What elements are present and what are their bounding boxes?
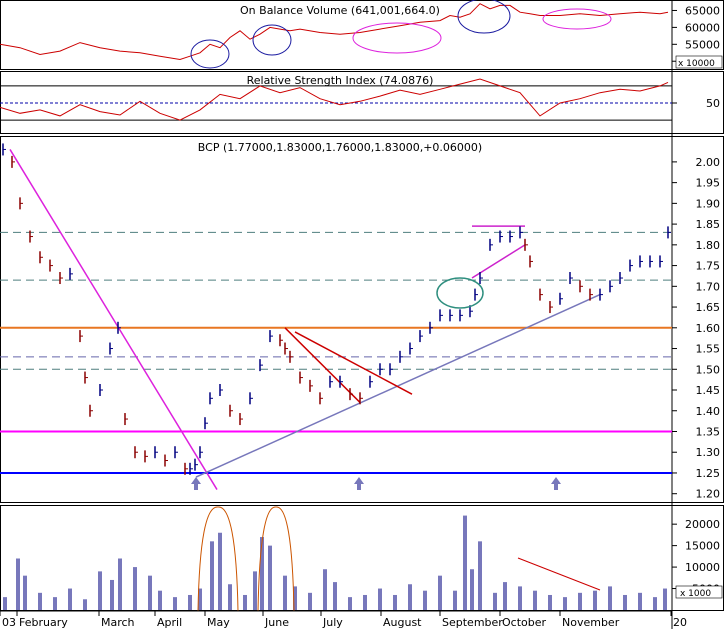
volume-multiplier-label: x 1000 — [680, 589, 711, 599]
volume-bar — [68, 588, 72, 610]
volume-bar — [478, 541, 482, 610]
volume-bar — [638, 592, 642, 610]
volume-bar — [608, 586, 612, 610]
volume-bar — [243, 594, 247, 610]
volume-bar — [23, 575, 27, 610]
volume-bar — [3, 597, 7, 610]
volume-bar — [210, 541, 214, 610]
volume-bar — [533, 590, 537, 610]
price-y-tick-label: 1.85 — [696, 218, 721, 231]
volume-bar — [333, 582, 337, 610]
price-title: BCP (1.77000,1.83000,1.76000,1.83000,+0.… — [198, 141, 482, 154]
volume-bar — [563, 597, 567, 610]
x-axis-label: August — [383, 616, 422, 629]
price-y-tick-label: 1.45 — [696, 384, 721, 397]
volume-bar — [493, 592, 497, 610]
volume-bar — [98, 571, 102, 610]
price-y-tick-label: 1.50 — [696, 363, 721, 376]
price-y-tick-label: 1.30 — [696, 446, 721, 459]
volume-bar — [548, 594, 552, 610]
volume-bar — [363, 594, 367, 610]
x-axis-label: October — [502, 616, 546, 629]
price-y-tick-label: 1.20 — [696, 488, 721, 501]
price-y-tick-label: 1.75 — [696, 260, 721, 273]
volume-bar — [663, 588, 667, 610]
price-y-tick-label: 1.70 — [696, 280, 721, 293]
obv-multiplier-label: x 10000 — [678, 59, 715, 69]
volume-y-tick-label: 10000 — [685, 561, 720, 574]
volume-bar — [118, 558, 122, 610]
volume-bar — [463, 515, 467, 610]
volume-bar — [623, 594, 627, 610]
obv-y-tick-label: 55000 — [685, 38, 720, 51]
x-axis-label: May — [207, 616, 230, 629]
x-axis-label: March — [101, 616, 135, 629]
stock-chart: On Balance Volume (641,001,664.0) 65000 6… — [0, 0, 724, 629]
volume-bar — [283, 575, 287, 610]
price-y-tick-label: 1.80 — [696, 239, 721, 252]
volume-bar — [408, 584, 412, 610]
obv-y-tick-label: 60000 — [685, 21, 720, 34]
volume-bar — [83, 599, 87, 610]
volume-bar — [133, 567, 137, 610]
volume-bar — [188, 594, 192, 610]
price-y-tick-label: 1.90 — [696, 197, 721, 210]
x-axis-label: July — [322, 616, 343, 629]
price-y-tick-label: 1.95 — [696, 177, 721, 190]
x-axis-label: September — [442, 616, 503, 629]
volume-bar — [253, 571, 257, 610]
obv-title: On Balance Volume (641,001,664.0) — [240, 4, 440, 17]
volume-bar — [53, 597, 57, 610]
volume-bar — [518, 586, 522, 610]
volume-bar — [503, 582, 507, 610]
price-y-tick-label: 1.55 — [696, 343, 721, 356]
volume-bar — [653, 597, 657, 610]
volume-y-tick-label: 15000 — [685, 540, 720, 553]
volume-bar — [228, 584, 232, 610]
volume-bar — [323, 569, 327, 610]
x-axis-label: 03 — [2, 616, 16, 629]
price-y-tick-label: 1.25 — [696, 467, 721, 480]
volume-bar — [593, 590, 597, 610]
price-y-tick-label: 1.60 — [696, 322, 721, 335]
volume-bar — [470, 569, 474, 610]
volume-bar — [308, 592, 312, 610]
volume-bar — [16, 558, 20, 610]
rsi-title: Relative Strength Index (74.0876) — [247, 74, 434, 87]
price-y-tick-label: 2.00 — [696, 156, 721, 169]
volume-bar — [348, 597, 352, 610]
price-y-tick-label: 1.35 — [696, 425, 721, 438]
volume-bar — [393, 594, 397, 610]
obv-y-tick-label: 65000 — [685, 4, 720, 17]
volume-bar — [173, 597, 177, 610]
volume-bar — [218, 532, 222, 610]
x-axis-label: 20 — [673, 616, 687, 629]
price-y-tick-label: 1.40 — [696, 405, 721, 418]
volume-bar — [148, 575, 152, 610]
volume-bar — [158, 590, 162, 610]
x-axis-label: April — [157, 616, 182, 629]
price-y-tick-label: 1.65 — [696, 301, 721, 314]
volume-bar — [268, 545, 272, 610]
volume-bar — [110, 579, 114, 610]
volume-y-tick-label: 20000 — [685, 518, 720, 531]
volume-bar — [378, 588, 382, 610]
x-axis-label: June — [264, 616, 289, 629]
volume-bar — [578, 592, 582, 610]
volume-bar — [438, 575, 442, 610]
x-axis-label: November — [562, 616, 620, 629]
rsi-y-tick-label: 50 — [706, 97, 720, 110]
volume-bar — [453, 590, 457, 610]
x-axis-label: February — [19, 616, 68, 629]
volume-bar — [38, 592, 42, 610]
volume-bar — [423, 590, 427, 610]
volume-bar — [260, 537, 264, 610]
